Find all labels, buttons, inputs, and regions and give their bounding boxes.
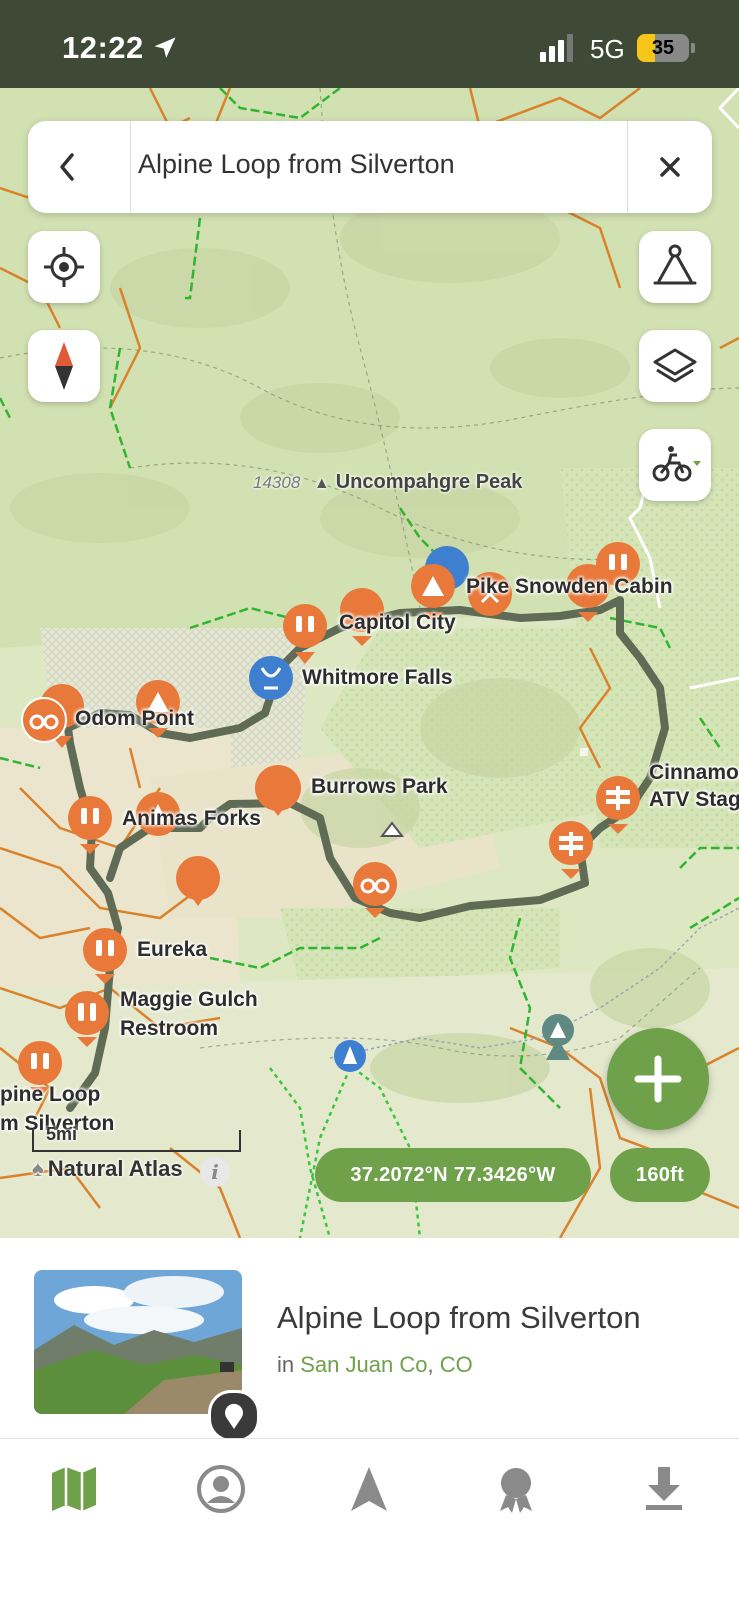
place-region: in San Juan Co, CO [277, 1352, 473, 1378]
tree-icon: ♠ [32, 1156, 44, 1181]
region-separator: , [427, 1352, 434, 1377]
compass-drafting-icon [653, 244, 697, 285]
dirt-bike-icon [652, 446, 701, 482]
marker-whitmore-falls[interactable] [249, 656, 293, 700]
attribution: ♠ Natural Atlas [32, 1156, 183, 1182]
user-circle-icon [197, 1465, 245, 1513]
download-icon [646, 1467, 682, 1510]
map-scale: 5mi [32, 1124, 241, 1152]
search-title[interactable]: Alpine Loop from Silverton [138, 149, 455, 180]
label-eureka[interactable]: Eureka [137, 938, 207, 962]
caret-down-icon [693, 461, 701, 466]
marker-eureka[interactable] [83, 928, 127, 984]
marker-maggie-gulch[interactable] [65, 991, 109, 1047]
peak-elevation: 14308 [253, 473, 301, 492]
marker-toilet-capitol[interactable] [283, 604, 327, 664]
map-icon [52, 1467, 96, 1511]
tab-map[interactable] [46, 1461, 102, 1517]
elevation-pill[interactable]: 160ft [610, 1148, 710, 1202]
chevron-left-icon [60, 153, 74, 181]
marker-signpost-2[interactable] [549, 821, 593, 879]
marker-signpost-cinnamon[interactable] [596, 776, 640, 834]
label-cinnamon-1[interactable]: Cinnamon [649, 761, 739, 785]
layers-button[interactable] [639, 330, 711, 402]
battery-icon: 35 [637, 34, 689, 62]
scale-label: 5mi [46, 1124, 78, 1144]
tab-navigate[interactable] [341, 1461, 397, 1517]
pin-badge [208, 1390, 260, 1442]
add-button[interactable] [607, 1028, 709, 1130]
state-link[interactable]: CO [440, 1352, 473, 1377]
label-pike-snowden[interactable]: Pike Snowden Cabin [466, 575, 673, 599]
label-capitol-city[interactable]: Capitol City [339, 611, 456, 635]
navigation-arrow-icon [351, 1467, 387, 1511]
label-maggie-1[interactable]: Maggie Gulch [120, 988, 258, 1012]
attribution-label: Natural Atlas [47, 1156, 183, 1181]
tab-achievements[interactable] [488, 1461, 544, 1517]
county-link[interactable]: San Juan Co [300, 1352, 427, 1377]
peak-name: Uncompahgre Peak [335, 471, 523, 493]
label-cinnamon-2[interactable]: ATV Stag [649, 788, 739, 812]
peak-label-uncompahgre: 14308 ▲ Uncompahgre Peak [253, 471, 522, 494]
battery-tip [691, 43, 695, 53]
compass-icon [55, 342, 73, 390]
compass-button[interactable] [28, 330, 100, 402]
search-bar[interactable]: Alpine Loop from Silverton [28, 121, 712, 213]
activity-mode-button[interactable] [639, 429, 711, 501]
measure-button[interactable] [639, 231, 711, 303]
marker-animas-toilet[interactable] [68, 796, 112, 854]
award-icon [500, 1468, 532, 1513]
tab-downloads[interactable] [636, 1461, 692, 1517]
signal-icon [540, 34, 573, 62]
region-prefix: in [277, 1352, 295, 1377]
marker-binoculars-burrows[interactable] [353, 862, 397, 918]
tab-bar [0, 1438, 739, 1601]
coordinates-pill[interactable]: 37.2072°N 77.3426°W [315, 1148, 591, 1202]
label-whitmore-falls[interactable]: Whitmore Falls [302, 666, 453, 690]
label-burrows-park[interactable]: Burrows Park [311, 775, 448, 799]
crosshair-icon [44, 247, 84, 287]
close-button[interactable] [627, 121, 712, 213]
battery-level: 35 [651, 37, 675, 59]
close-icon [660, 157, 680, 177]
marker-orange-plain[interactable] [176, 856, 220, 906]
network-label: 5G [590, 34, 625, 64]
pin-icon [225, 1403, 243, 1429]
plus-icon [634, 1055, 682, 1103]
place-card[interactable]: Alpine Loop from Silverton in San Juan C… [0, 1238, 739, 1442]
locate-button[interactable] [28, 231, 100, 303]
label-animas-forks[interactable]: Animas Forks [122, 807, 261, 831]
location-arrow-icon [154, 37, 176, 58]
info-icon[interactable]: i [200, 1157, 230, 1187]
marker-burrows-park[interactable] [255, 765, 301, 816]
peak-icon: ▲ [313, 475, 330, 492]
label-odom-point[interactable]: Odom Point [75, 707, 194, 731]
marker-binoculars-odom[interactable] [21, 697, 67, 743]
place-name[interactable]: Alpine Loop from Silverton [277, 1300, 641, 1336]
status-time: 12:22 [62, 30, 144, 65]
label-alpine-loop-1[interactable]: pine Loop [0, 1083, 100, 1107]
marker-campsite-green[interactable] [542, 1014, 574, 1046]
tab-profile[interactable] [193, 1461, 249, 1517]
label-maggie-2[interactable]: Restroom [120, 1017, 218, 1041]
status-bar: 12:22 5G 35 [0, 0, 739, 88]
back-button[interactable] [28, 121, 131, 213]
layers-icon [653, 348, 697, 383]
